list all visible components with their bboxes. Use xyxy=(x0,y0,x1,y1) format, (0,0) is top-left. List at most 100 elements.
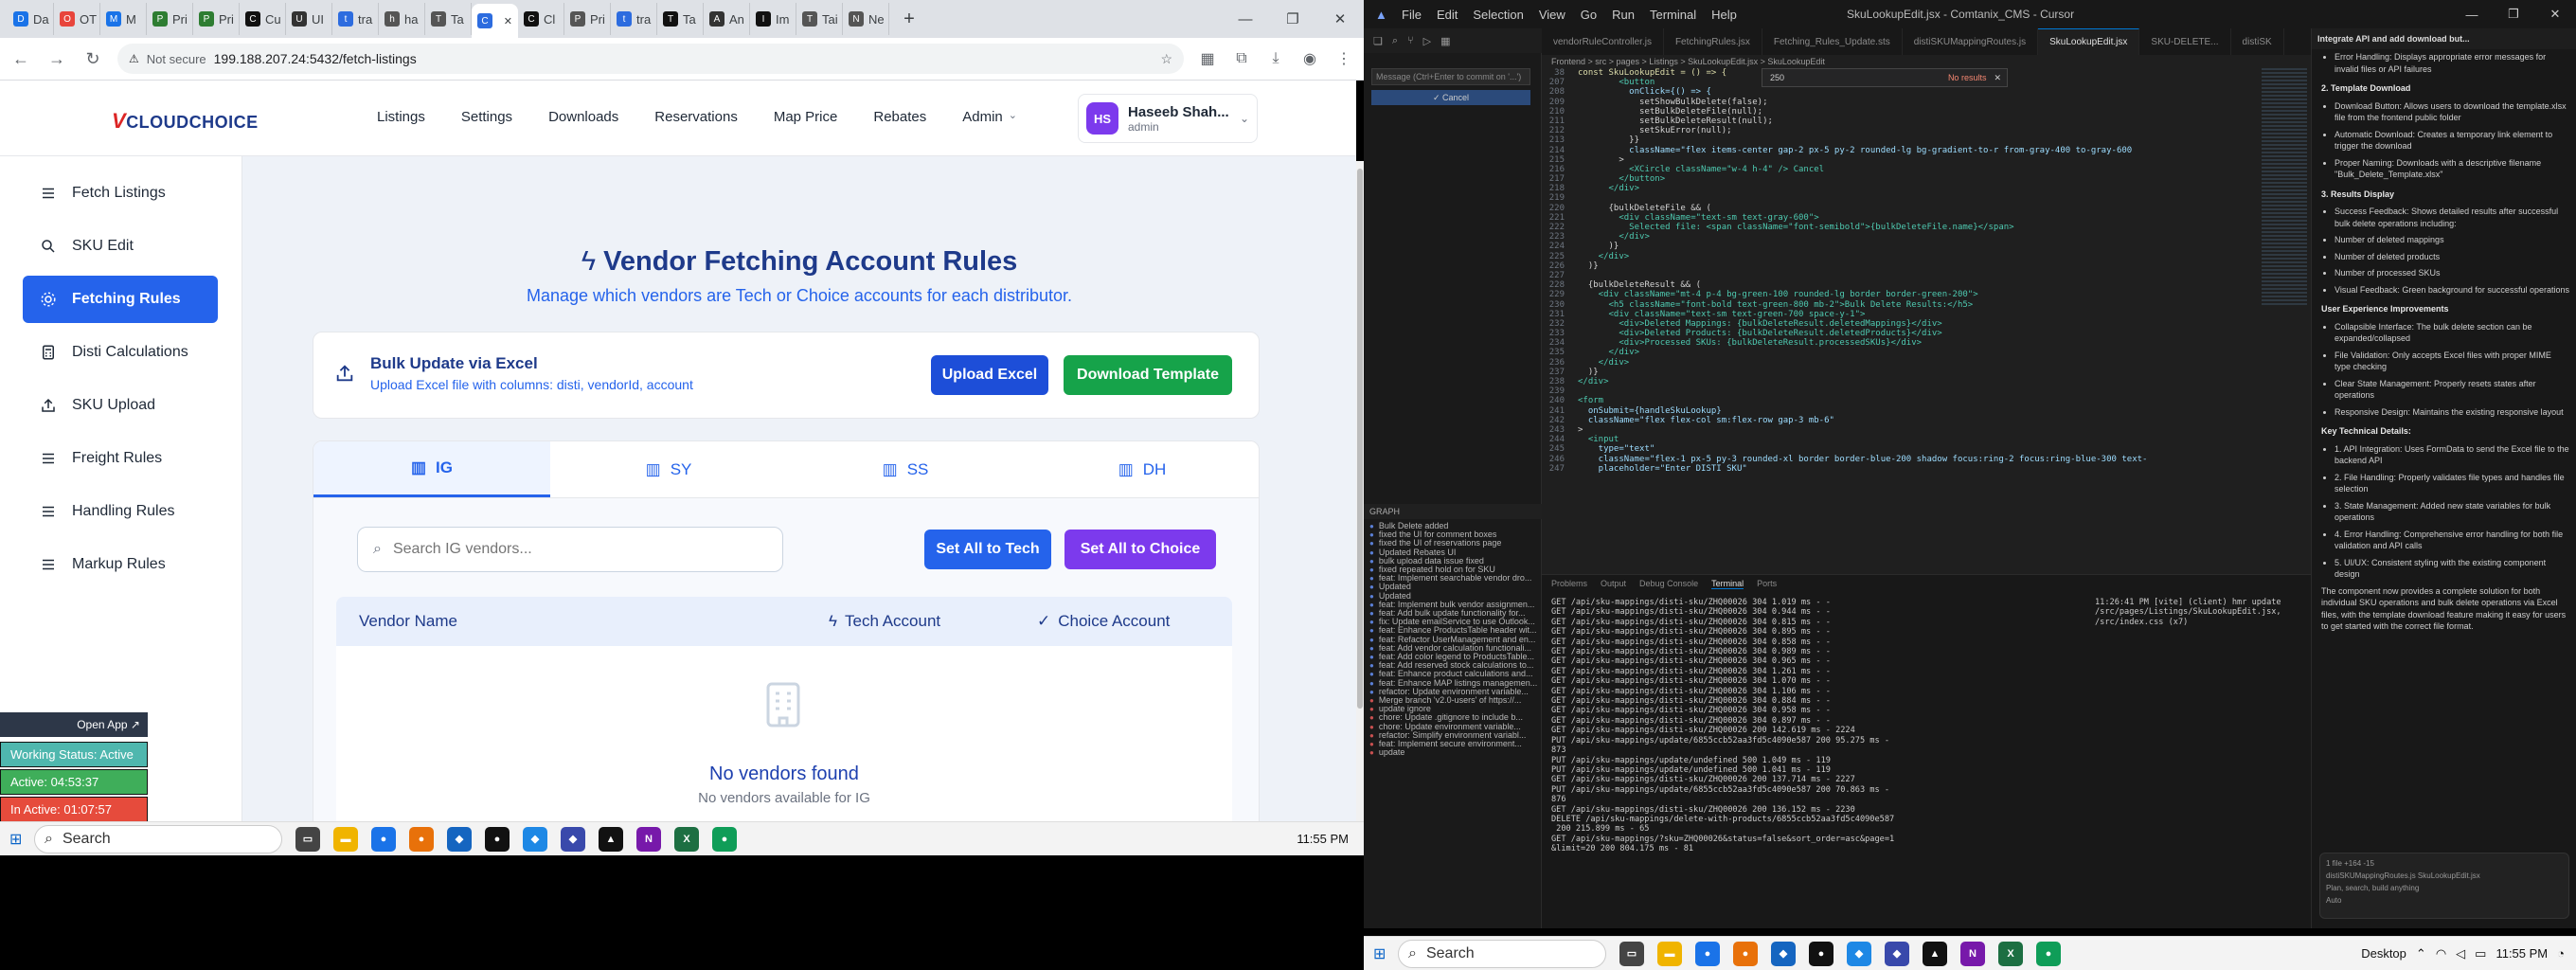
set-all-tech-button[interactable]: Set All to Tech xyxy=(924,530,1051,569)
terminal-output[interactable]: GET /api/sku-mappings/disti-sku/ZHQ00026… xyxy=(1551,598,2101,854)
maximize-icon[interactable]: ❐ xyxy=(2493,0,2534,28)
file-explorer-icon[interactable]: ▬ xyxy=(333,826,358,852)
commit-entry[interactable]: update xyxy=(1369,747,1538,757)
menu-help[interactable]: Help xyxy=(1711,8,1737,22)
back-icon[interactable]: ← xyxy=(9,49,32,69)
nav-link-downloads[interactable]: Downloads xyxy=(548,109,618,125)
minimize-icon[interactable]: — xyxy=(1222,0,1269,38)
browser-tab[interactable]: I Im xyxy=(750,3,796,35)
editor-tab[interactable]: FetchingRules.jsx xyxy=(1664,28,1762,55)
upload-excel-button[interactable]: Upload Excel xyxy=(931,355,1048,395)
edge-icon[interactable]: ● xyxy=(712,826,737,852)
app-icon[interactable]: ◆ xyxy=(447,826,472,852)
sidebar-item-handling-rules[interactable]: Handling Rules xyxy=(23,488,218,535)
commit-message-input[interactable]: Message (Ctrl+Enter to commit on '...') xyxy=(1371,68,1530,85)
find-input[interactable]: 250 xyxy=(1770,73,1784,82)
nav-link-listings[interactable]: Listings xyxy=(377,109,425,125)
windows-start-icon[interactable]: ⊞ xyxy=(1373,944,1386,963)
files-icon[interactable]: ❏ xyxy=(1373,35,1383,47)
panel-tab-problems[interactable]: Problems xyxy=(1551,579,1587,588)
nav-link-settings[interactable]: Settings xyxy=(461,109,512,125)
extensions-icon[interactable]: ▦ xyxy=(1440,35,1450,47)
profile-icon[interactable]: ◉ xyxy=(1299,49,1320,68)
editor-tab[interactable]: vendorRuleController.js xyxy=(1542,28,1664,55)
tab-ss[interactable]: ▥ SS xyxy=(787,441,1024,497)
menu-selection[interactable]: Selection xyxy=(1473,8,1523,22)
file-explorer-icon[interactable]: ▬ xyxy=(1657,941,1682,966)
sidebar-item-sku-upload[interactable]: SKU Upload xyxy=(23,382,218,429)
browser-tab[interactable]: U UI xyxy=(286,3,332,35)
menu-terminal[interactable]: Terminal xyxy=(1650,8,1696,22)
cursor-icon[interactable]: ▲ xyxy=(1923,941,1947,966)
notification-icon[interactable]: ◔ xyxy=(2557,946,2565,961)
close-icon[interactable]: ✕ xyxy=(2534,0,2576,28)
chat-input[interactable]: 1 file +164 -15 distiSKUMappingRoutes.js … xyxy=(2319,853,2569,919)
onenote-icon[interactable]: N xyxy=(636,826,661,852)
browser-tab[interactable]: h ha xyxy=(379,3,425,35)
browser-tab[interactable]: C Cl xyxy=(518,3,564,35)
close-icon[interactable]: ✕ xyxy=(1994,73,2001,83)
chrome-icon[interactable]: ● xyxy=(371,826,396,852)
address-bar[interactable]: ⚠ Not secure 199.188.207.24:5432/fetch-l… xyxy=(117,44,1184,74)
editor-tab[interactable]: Fetching_Rules_Update.sts xyxy=(1762,28,1903,55)
github-icon[interactable]: ● xyxy=(485,826,510,852)
maximize-icon[interactable]: ❐ xyxy=(1269,0,1316,38)
sidebar-item-disti-calculations[interactable]: Disti Calculations xyxy=(23,329,218,376)
browser-tab[interactable]: MM xyxy=(100,3,147,35)
excel-icon[interactable]: X xyxy=(674,826,699,852)
cursor-icon[interactable]: ▲ xyxy=(599,826,623,852)
panel-tab-output[interactable]: Output xyxy=(1601,579,1626,588)
browser-tab[interactable]: P Pri xyxy=(564,3,611,35)
forward-icon[interactable]: → xyxy=(45,49,68,69)
download-template-button[interactable]: Download Template xyxy=(1064,355,1232,395)
browser-tab[interactable]: T Tai xyxy=(796,3,843,35)
browser-tab[interactable]: P Pri xyxy=(193,3,240,35)
menu-file[interactable]: File xyxy=(1402,8,1422,22)
tab-sy[interactable]: ▥ SY xyxy=(550,441,787,497)
app-icon[interactable]: ◆ xyxy=(1771,941,1796,966)
tab-close-icon[interactable]: ✕ xyxy=(504,15,512,27)
browser-tab[interactable]: C Cu xyxy=(240,3,286,35)
wifi-icon[interactable]: ◠ xyxy=(2436,946,2446,961)
editor-tab[interactable]: distiSK xyxy=(2231,28,2284,55)
sidebar-item-fetching-rules[interactable]: Fetching Rules xyxy=(23,276,218,323)
tab-ig[interactable]: ▥ IG xyxy=(313,441,550,497)
browser-tab[interactable]: T Ta xyxy=(425,3,472,35)
tab-dh[interactable]: ▥ DH xyxy=(1024,441,1259,497)
onenote-icon[interactable]: N xyxy=(1960,941,1985,966)
menu-edit[interactable]: Edit xyxy=(1437,8,1458,22)
panel-tab-debug-console[interactable]: Debug Console xyxy=(1639,579,1698,588)
sidebar-item-fetch-listings[interactable]: Fetch Listings xyxy=(23,170,218,217)
excel-icon[interactable]: X xyxy=(1998,941,2023,966)
browser-tab[interactable]: C ✕ xyxy=(472,4,518,38)
app-icon-2[interactable]: ◆ xyxy=(523,826,547,852)
sidebar-item-sku-edit[interactable]: SKU Edit xyxy=(23,223,218,270)
search-icon[interactable]: ⌕ xyxy=(1392,35,1398,47)
chevron-up-icon[interactable]: ⌃ xyxy=(2416,946,2426,961)
user-menu[interactable]: HS Haseeb Shah... admin ⌄ xyxy=(1078,94,1258,143)
app-icon-3[interactable]: ◆ xyxy=(1885,941,1909,966)
browser-tab[interactable]: O OT xyxy=(54,3,100,35)
minimize-icon[interactable]: — xyxy=(2451,0,2493,28)
browser-tab[interactable]: t tra xyxy=(611,3,657,35)
browser-tab[interactable]: D Da xyxy=(8,3,54,35)
app-icon-2[interactable]: ◆ xyxy=(1847,941,1871,966)
bookmark-star-icon[interactable]: ☆ xyxy=(1160,51,1172,67)
extension-icon[interactable]: ▦ xyxy=(1197,49,1218,68)
page-scrollbar-thumb[interactable] xyxy=(1357,169,1363,709)
browser-tab[interactable]: t tra xyxy=(332,3,379,35)
run-icon[interactable]: ▷ xyxy=(1423,35,1431,47)
desktop-label[interactable]: Desktop xyxy=(2361,946,2406,961)
nav-link-map-price[interactable]: Map Price xyxy=(774,109,838,125)
open-app-button[interactable]: Open App ↗ xyxy=(0,712,148,737)
taskbar-search[interactable]: ⌕ Search xyxy=(1398,939,1606,968)
edge-icon[interactable]: ● xyxy=(2036,941,2061,966)
reload-icon[interactable]: ↻ xyxy=(81,49,104,69)
browser-tab[interactable]: P Pri xyxy=(147,3,193,35)
app-icon-3[interactable]: ◆ xyxy=(561,826,585,852)
source-control-icon[interactable]: ⑂ xyxy=(1407,35,1414,46)
set-all-choice-button[interactable]: Set All to Choice xyxy=(1064,530,1216,569)
sidebar-item-freight-rules[interactable]: Freight Rules xyxy=(23,435,218,482)
nav-link-reservations[interactable]: Reservations xyxy=(654,109,738,125)
firefox-icon[interactable]: ● xyxy=(1733,941,1758,966)
